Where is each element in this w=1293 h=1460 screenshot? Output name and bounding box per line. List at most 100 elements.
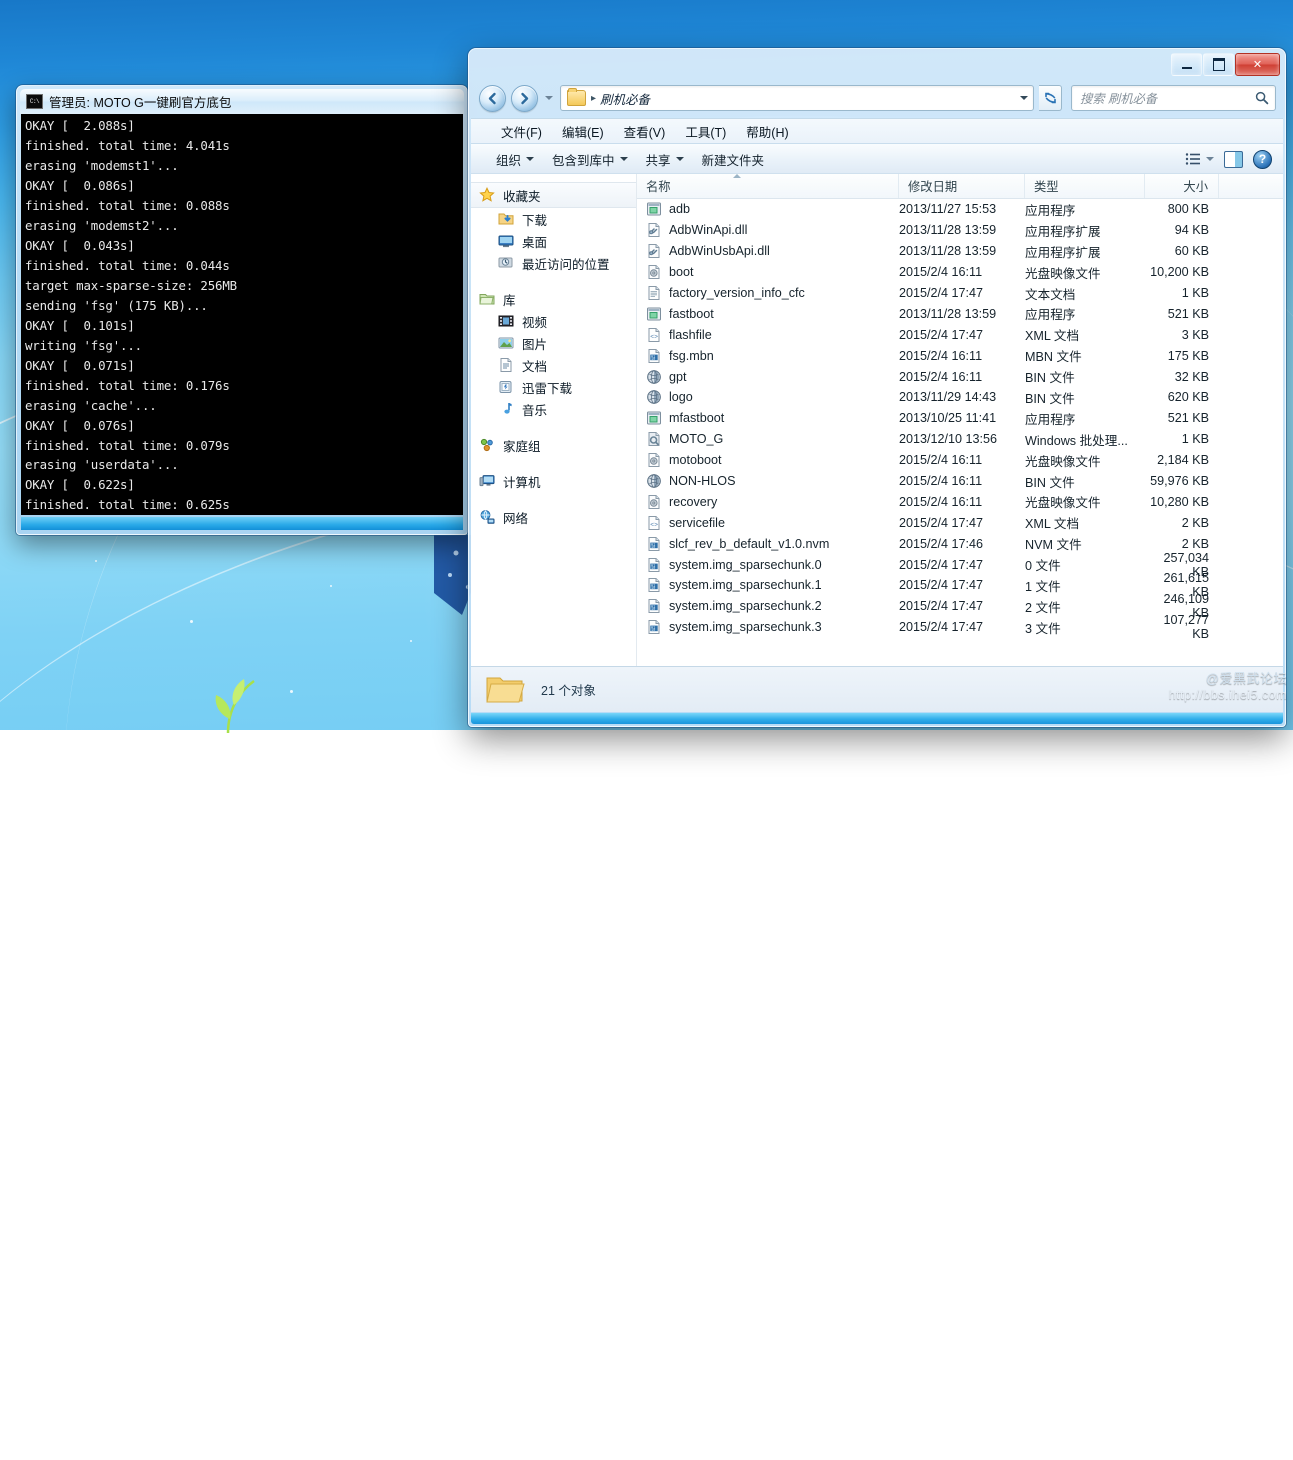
maximize-button[interactable] (1203, 53, 1234, 76)
star-icon (479, 187, 496, 203)
menu-edit[interactable]: 编辑(E) (552, 120, 614, 143)
refresh-button[interactable] (1039, 85, 1062, 111)
file-date-cell: 2015/2/4 16:11 (899, 369, 983, 384)
search-box[interactable]: 搜索 刷机必备 (1071, 85, 1276, 111)
table-row[interactable]: adb 2013/11/27 15:53 应用程序 800 KB (637, 199, 1283, 220)
bat-icon (646, 431, 662, 447)
menu-file[interactable]: 文件(F) (491, 120, 552, 143)
table-row[interactable]: 01 10 fsg.mbn 2015/2/4 16:11 MBN 文件 175 KB (637, 345, 1283, 366)
nav-item-music[interactable]: 音乐 (471, 398, 636, 420)
new-folder-button[interactable]: 新建文件夹 (693, 147, 774, 172)
include-in-library-button[interactable]: 包含到库中 (543, 147, 637, 172)
explorer-window[interactable]: ✕ ▸ 刷机必备 搜索 刷机必备 文件(F) 编辑(E) 查看(V) 工具(T)… (468, 48, 1286, 727)
address-breadcrumb-bar[interactable]: ▸ 刷机必备 (560, 85, 1034, 111)
file-size-cell: 800 KB (1167, 202, 1209, 217)
view-mode-button[interactable] (1185, 152, 1214, 166)
file-name-cell: mfastboot (637, 410, 899, 426)
table-row[interactable]: motoboot 2015/2/4 16:11 光盘映像文件 2,184 KB (637, 450, 1283, 471)
table-row[interactable]: NON-HLOS 2015/2/4 16:11 BIN 文件 59,976 KB (637, 471, 1283, 492)
organize-button[interactable]: 组织 (487, 147, 543, 172)
command-toolbar: 组织 包含到库中 共享 新建文件夹 ? (471, 144, 1283, 175)
search-input[interactable]: 搜索 刷机必备 (1072, 89, 1255, 107)
toolbar-right-group: ? (1185, 149, 1283, 169)
file-type-cell: BIN 文件 (1025, 475, 1075, 490)
table-row[interactable]: factory_version_info_cfc 2015/2/4 17:47 文本… (637, 283, 1283, 304)
table-row[interactable]: gpt 2015/2/4 16:11 BIN 文件 32 KB (637, 366, 1283, 387)
file-name-cell: 01 10 fsg.mbn (637, 348, 899, 364)
column-header-type[interactable]: 类型 (1025, 174, 1145, 198)
preview-pane-button[interactable] (1224, 150, 1243, 168)
recent-pages-button[interactable] (543, 86, 555, 111)
help-icon[interactable]: ? (1253, 149, 1272, 169)
console-window[interactable]: C:\ 管理员: MOTO G一键刷官方底包 OKAY [ 2.088s] fin… (16, 85, 468, 535)
chevron-down-icon (1206, 157, 1214, 161)
file-name-cell: motoboot (637, 452, 899, 468)
file-name-cell: NON-HLOS (637, 473, 899, 489)
nav-item-videos[interactable]: 视频 (471, 310, 636, 332)
menu-help[interactable]: 帮助(H) (736, 120, 798, 143)
table-row[interactable]: <> servicefile 2015/2/4 17:47 XML 文档 2 KB (637, 512, 1283, 533)
svg-text:10: 10 (651, 546, 655, 550)
table-row[interactable]: AdbWinUsbApi.dll 2013/11/28 13:59 应用程序扩展 60… (637, 241, 1283, 262)
file-type-cell: BIN 文件 (1025, 391, 1075, 406)
column-headers: 名称 修改日期 类型 大小 (637, 174, 1283, 199)
breadcrumb-separator: ▸ (591, 92, 597, 104)
nav-item-label: 视频 (522, 315, 548, 330)
file-date-cell: 2013/11/27 15:53 (899, 202, 997, 217)
table-row[interactable]: boot 2015/2/4 16:11 光盘映像文件 10,200 KB (637, 262, 1283, 283)
table-row[interactable]: MOTO_G 2013/12/10 13:56 Windows 批处理... 1 KB (637, 429, 1283, 450)
new-folder-label: 新建文件夹 (701, 153, 765, 168)
explorer-titlebar[interactable]: ✕ (470, 50, 1284, 78)
menu-view[interactable]: 查看(V) (614, 120, 676, 143)
nav-item-documents[interactable]: 文档 (471, 354, 636, 376)
column-header-name[interactable]: 名称 (637, 174, 899, 198)
minimize-button[interactable] (1171, 53, 1202, 76)
file-name-label: recovery (669, 494, 718, 509)
nav-item-recent-places[interactable]: 最近访问的位置 (471, 252, 636, 274)
file-type-cell: 应用程序 (1025, 308, 1076, 323)
nav-item-desktop[interactable]: 桌面 (471, 230, 636, 252)
nav-item-library[interactable]: 库 (471, 288, 636, 310)
close-button[interactable]: ✕ (1235, 53, 1280, 76)
file-name-label: servicefile (669, 515, 725, 530)
table-row[interactable]: logo 2013/11/29 14:43 BIN 文件 620 KB (637, 387, 1283, 408)
back-arrow-icon (488, 92, 496, 104)
nav-item-homegroup[interactable]: 家庭组 (471, 434, 636, 456)
column-header-type-label: 类型 (1034, 180, 1059, 194)
breadcrumb-path[interactable]: 刷机必备 (600, 89, 650, 108)
nav-item-pictures[interactable]: 图片 (471, 332, 636, 354)
table-row[interactable]: mfastboot 2013/10/25 11:41 应用程序 521 KB (637, 408, 1283, 429)
file-name-label: system.img_sparsechunk.0 (669, 557, 822, 572)
file-name-cell: MOTO_G (637, 431, 899, 447)
address-dropdown-button[interactable] (1015, 96, 1033, 100)
downloads-icon (498, 211, 515, 227)
file-date-cell: 2015/2/4 17:47 (899, 620, 984, 635)
forward-button[interactable] (511, 84, 538, 112)
column-header-size[interactable]: 大小 (1145, 174, 1219, 198)
file-size-cell: 2 KB (1181, 536, 1209, 551)
object-count-label: 21 个对象 (541, 684, 596, 698)
file-name-cell: 01 10 system.img_sparsechunk.1 (637, 577, 899, 593)
share-button[interactable]: 共享 (637, 147, 693, 172)
menu-tools[interactable]: 工具(T) (675, 120, 736, 143)
nav-item-computer[interactable]: 计算机 (471, 470, 636, 492)
nav-item-thunder-download[interactable]: 迅雷下载 (471, 376, 636, 398)
table-row[interactable]: recovery 2015/2/4 16:11 光盘映像文件 10,280 KB (637, 491, 1283, 512)
console-line: finished. total time: 0.044s (25, 257, 230, 273)
forward-arrow-icon (521, 92, 529, 104)
table-row[interactable]: AdbWinApi.dll 2013/11/28 13:59 应用程序扩展 94 KB (637, 220, 1283, 241)
file-name-label: gpt (669, 369, 687, 384)
file-date-cell: 2015/2/4 16:11 (899, 453, 983, 468)
column-header-date[interactable]: 修改日期 (899, 174, 1025, 198)
table-row[interactable]: fastboot 2013/11/28 13:59 应用程序 521 KB (637, 303, 1283, 324)
console-titlebar[interactable]: C:\ 管理员: MOTO G一键刷官方底包 (20, 89, 464, 114)
nav-item-star[interactable]: 收藏夹 (471, 182, 636, 208)
nav-item-network[interactable]: 网络 (471, 506, 636, 528)
nav-item-downloads[interactable]: 下载 (471, 208, 636, 230)
table-row[interactable]: <> flashfile 2015/2/4 17:47 XML 文档 3 KB (637, 324, 1283, 345)
file-list-pane[interactable]: 名称 修改日期 类型 大小 adb 2013/11/27 15:53 应用程序 800… (637, 174, 1283, 666)
back-button[interactable] (479, 84, 506, 112)
bin-globe-icon (646, 369, 662, 385)
table-row[interactable]: 01 10 system.img_sparsechunk.3 2015/2/4 17:… (637, 613, 1283, 641)
nav-group-separator (471, 420, 636, 434)
